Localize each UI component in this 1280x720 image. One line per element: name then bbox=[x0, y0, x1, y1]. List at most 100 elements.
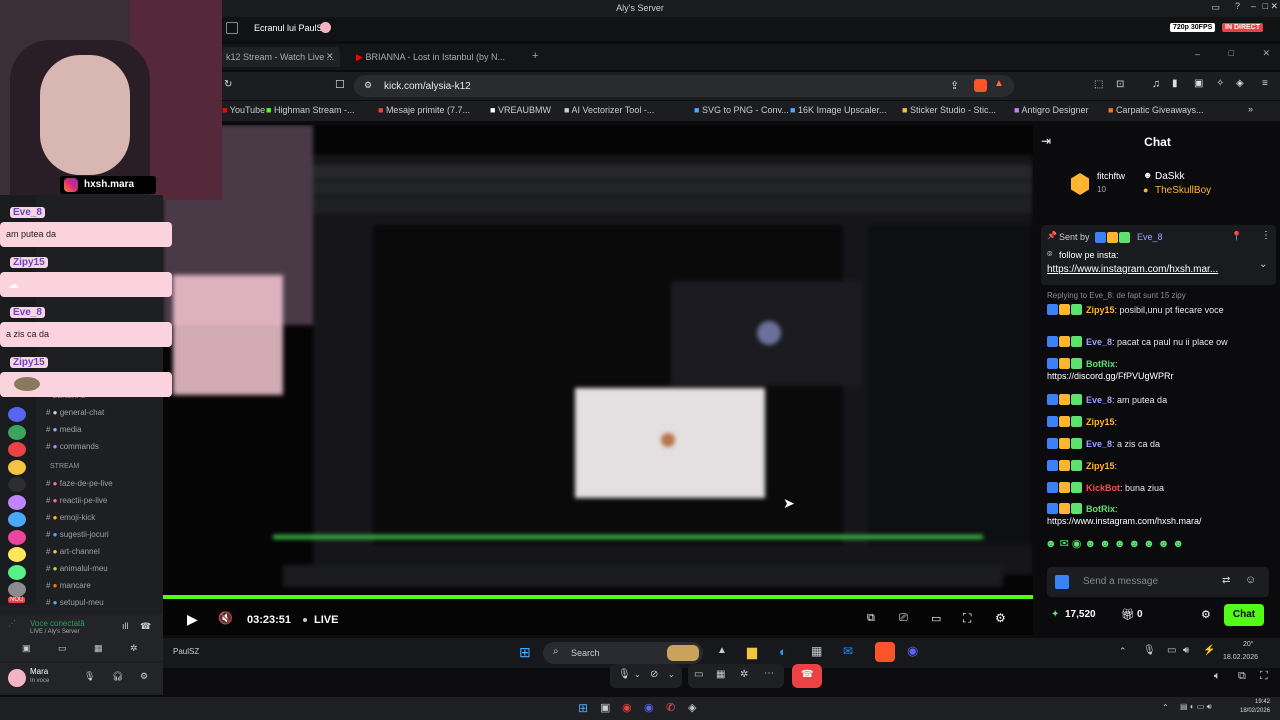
store-icon[interactable]: ▦ bbox=[811, 644, 822, 658]
soundboard-icon[interactable]: ✲ bbox=[740, 669, 748, 680]
chat-username[interactable]: BotRix bbox=[1086, 504, 1115, 514]
wallet-icon[interactable]: ▣ bbox=[1194, 78, 1203, 89]
minimize-icon[interactable]: – bbox=[1195, 49, 1200, 59]
menu-icon[interactable]: ≡ bbox=[1262, 78, 1268, 89]
browser-tab[interactable]: k12 Stream - Watch Live ... bbox=[222, 47, 340, 67]
server-icon[interactable] bbox=[8, 442, 26, 457]
windows-icon[interactable]: ⊞ bbox=[578, 701, 588, 715]
channel-item[interactable]: # ● reactii-pe-live bbox=[46, 496, 107, 505]
minimize-button[interactable]: – bbox=[1251, 1, 1256, 11]
soundboard-icon[interactable]: ✲ bbox=[130, 643, 138, 654]
chat-username[interactable]: Eve_8 bbox=[1086, 395, 1112, 405]
ai-icon[interactable]: ✧ bbox=[1216, 78, 1224, 89]
brave-icon[interactable] bbox=[875, 642, 895, 662]
site-settings-icon[interactable]: ⚙ bbox=[364, 80, 372, 91]
channel-item[interactable]: # ● commands bbox=[46, 442, 99, 451]
mute-button[interactable]: 🔇 bbox=[218, 611, 233, 625]
camera-off-icon[interactable]: ⊘ bbox=[650, 669, 658, 680]
server-icon[interactable] bbox=[8, 494, 26, 510]
mic-icon[interactable]: 🎙︎ bbox=[84, 671, 95, 682]
server-icon[interactable] bbox=[8, 407, 26, 422]
activities-icon[interactable]: ▦ bbox=[716, 669, 725, 680]
progress-bar[interactable] bbox=[163, 595, 1033, 599]
bookmark-item[interactable]: ■ 16K Image Upscaler... bbox=[790, 105, 886, 115]
more-icon[interactable]: ⋯ bbox=[764, 668, 774, 679]
emote-icon[interactable]: ☻ ✉ ◉ ☻ ☻ ☻ ☻ ☻ ☻ ☻ bbox=[1045, 538, 1184, 550]
server-icon[interactable] bbox=[8, 582, 26, 597]
widgets-icon[interactable]: ▲ bbox=[717, 645, 727, 656]
display-icon[interactable]: ▭ bbox=[1167, 645, 1176, 656]
chat-username[interactable]: KickBot bbox=[1086, 483, 1120, 493]
chat-username[interactable]: Zipy15 bbox=[1086, 417, 1115, 427]
bookmarks-more-icon[interactable]: » bbox=[1248, 104, 1253, 114]
video-player[interactable]: ▶ 🔇 03:23:51 LIVE ⧉ ⎚ ▭ ⛶ ⚙ ➤ bbox=[163, 125, 1033, 635]
play-button[interactable]: ▶ bbox=[187, 611, 198, 628]
mail-icon[interactable]: ✉ bbox=[843, 644, 853, 658]
send-chat-button[interactable]: Chat bbox=[1224, 604, 1264, 626]
server-icon[interactable] bbox=[8, 529, 26, 545]
user-settings-icon[interactable]: ⚙ bbox=[140, 671, 148, 682]
leave-call-button[interactable]: ☎ bbox=[792, 664, 822, 688]
activities-icon[interactable]: ▦ bbox=[94, 643, 103, 654]
chat-username[interactable]: Eve_8 bbox=[1086, 439, 1112, 449]
channel-item[interactable]: # ● general-chat bbox=[46, 408, 104, 417]
tray-chevron-icon[interactable]: ⌃ bbox=[1162, 703, 1169, 712]
server-icon[interactable] bbox=[8, 547, 26, 562]
theater-icon[interactable]: ▭ bbox=[931, 612, 941, 625]
bookmark-item[interactable]: ■ Mesaje primite (7.7... bbox=[378, 105, 470, 115]
brave-rewards-icon[interactable]: ▲ bbox=[994, 78, 1004, 89]
avatar[interactable] bbox=[8, 669, 26, 687]
emoji-icon[interactable]: ☺ bbox=[1245, 574, 1256, 586]
address-field[interactable]: ⚙ kick.com/alysia-k12 ⇪ ▲ bbox=[354, 75, 1014, 97]
mic-tray-icon[interactable]: 🎙︎ bbox=[1143, 645, 1156, 656]
discord-icon[interactable]: ◉ bbox=[644, 701, 654, 714]
chat-link[interactable]: https://discord.gg/FfPVUgWPRr bbox=[1047, 370, 1272, 382]
bookmark-icon[interactable]: ☐ bbox=[335, 78, 345, 91]
maximize-button[interactable]: □ bbox=[1263, 1, 1268, 11]
server-icon[interactable] bbox=[8, 477, 26, 492]
close-window-icon[interactable]: ✕ bbox=[1262, 48, 1270, 59]
brave-shields-icon[interactable] bbox=[974, 79, 987, 92]
bookmark-item[interactable]: ■ YouTube bbox=[222, 105, 265, 115]
channel-item[interactable]: # ● faze-de-pe-live bbox=[46, 479, 113, 488]
music-icon[interactable]: ♫ bbox=[1152, 78, 1160, 90]
share-screen-icon[interactable]: ▭ bbox=[694, 669, 703, 680]
close-tab-icon[interactable]: ✕ bbox=[326, 51, 334, 62]
maximize-icon[interactable]: □ bbox=[1229, 48, 1234, 58]
reload-icon[interactable]: ↻ bbox=[224, 79, 232, 90]
vpn-icon[interactable]: ◈ bbox=[1236, 78, 1244, 89]
help-icon[interactable]: ? bbox=[1235, 1, 1240, 11]
screenshot-icon[interactable]: ⊡ bbox=[1116, 79, 1124, 90]
channel-item[interactable]: # ● art-channel bbox=[46, 547, 100, 556]
clip-icon[interactable]: ⎚ bbox=[899, 612, 908, 625]
chat-username[interactable]: BotRix bbox=[1086, 359, 1115, 369]
chevron-down-icon[interactable]: ⌄ bbox=[1259, 259, 1267, 270]
server-icon[interactable] bbox=[8, 424, 26, 440]
miniplayer-icon[interactable]: ⧉ bbox=[867, 612, 875, 625]
server-icon[interactable] bbox=[8, 512, 26, 527]
gift-icon[interactable]: 🎁︎ bbox=[1121, 608, 1135, 621]
fullscreen-icon[interactable]: ⛶ bbox=[963, 611, 971, 626]
settings-icon[interactable]: ⚙ bbox=[995, 611, 1006, 625]
chat-username[interactable]: Zipy15 bbox=[1086, 461, 1115, 471]
channel-item[interactable]: # ● sugestii-jocuri bbox=[46, 530, 109, 539]
chat-settings-icon[interactable]: ⚙ bbox=[1201, 608, 1211, 621]
chat-link[interactable]: https://www.instagram.com/hxsh.mara/ bbox=[1047, 515, 1272, 527]
more-icon[interactable]: ⋮ bbox=[1261, 230, 1271, 241]
bookmark-item[interactable]: ■ AI Vectorizer Tool -... bbox=[564, 105, 654, 115]
search-box[interactable]: ⌕ Search bbox=[543, 642, 703, 664]
bookmark-item[interactable]: ■ Sticker Studio - Stic... bbox=[902, 105, 996, 115]
tray-chevron-icon[interactable]: ⌃ bbox=[1119, 646, 1127, 657]
share-icon[interactable]: ⇪ bbox=[950, 79, 959, 92]
bookmark-item[interactable]: ■ Carpatic Giveaways... bbox=[1108, 105, 1203, 115]
disconnect-icon[interactable]: ☎ bbox=[140, 621, 151, 632]
popout-icon[interactable]: ⧉ bbox=[1238, 670, 1246, 683]
headphones-icon[interactable]: 🎧︎ bbox=[112, 671, 123, 682]
discord-icon[interactable]: ◉ bbox=[907, 643, 918, 659]
tray-icons[interactable]: ▤ ◐ ▭ 🔊︎ bbox=[1180, 702, 1212, 712]
bookmark-item[interactable]: ■ Highman Stream -... bbox=[266, 105, 354, 115]
unpin-icon[interactable]: 📍 bbox=[1231, 231, 1242, 242]
bookmark-item[interactable]: ■ Antigro Designer bbox=[1014, 105, 1089, 115]
channel-item[interactable]: # ● emoji-kick bbox=[46, 513, 95, 522]
camera-icon[interactable]: ▣ bbox=[22, 643, 31, 654]
